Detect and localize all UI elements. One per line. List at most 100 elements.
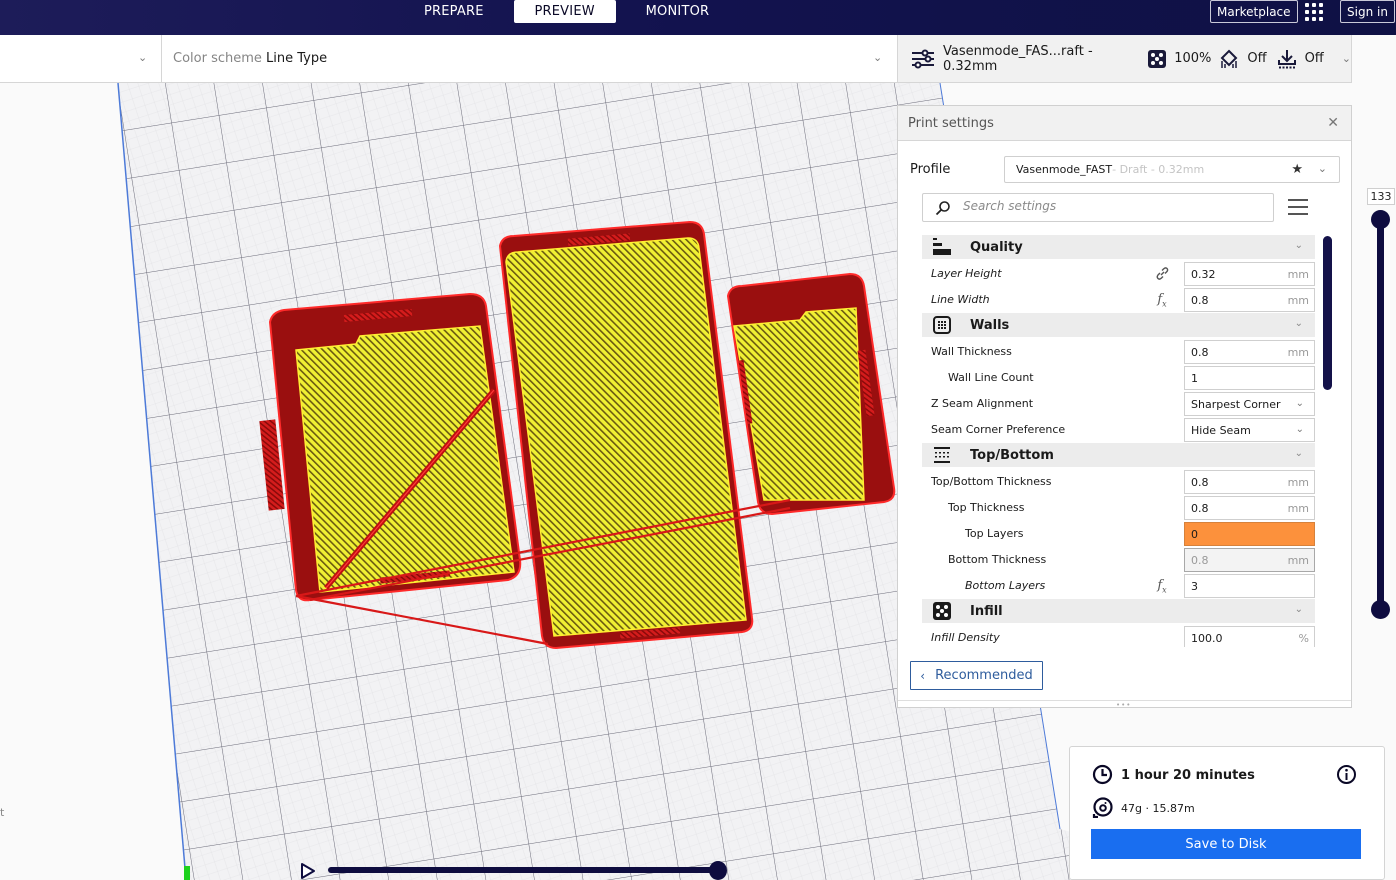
category-label: Quality <box>970 239 1023 255</box>
print-info-card: 1 hour 20 minutes 47g · 15.87m Save to D… <box>1069 746 1385 880</box>
apps-grid-icon[interactable] <box>1304 2 1324 22</box>
setting-unit: % <box>1298 632 1309 645</box>
setting-input[interactable]: 3 <box>1184 574 1315 598</box>
support-icon <box>1219 49 1239 69</box>
path-slider-handle[interactable] <box>709 861 727 880</box>
setting-dropdown[interactable]: Hide Seam ⌄ <box>1184 418 1315 442</box>
infill-icon <box>1148 49 1167 68</box>
layer-slider-track[interactable] <box>1377 219 1384 610</box>
settings-sliders-icon <box>911 49 935 69</box>
setting-label: Infill Density <box>931 631 1000 644</box>
setting-dropdown[interactable]: Sharpest Corner ⌄ <box>1184 392 1315 416</box>
search-icon <box>935 200 951 220</box>
save-to-disk-button[interactable]: Save to Disk <box>1091 829 1361 859</box>
category-top-bottom[interactable]: Top/Bottom ⌄ <box>922 443 1315 467</box>
setting-label: Bottom Layers <box>965 579 1046 592</box>
setting-unit: mm <box>1287 502 1309 515</box>
setting-unit: mm <box>1287 268 1309 281</box>
print-setup-selector[interactable]: Vasenmode_FAS...raft - 0.32mm 100% Off O… <box>897 35 1352 83</box>
chevron-down-icon: ⌄ <box>1294 318 1303 329</box>
setting-row: Wall Thickness 0.8 mm <box>922 339 1315 365</box>
color-scheme-dropdown[interactable]: Line Type <box>266 51 327 66</box>
print-time: 1 hour 20 minutes <box>1121 768 1255 783</box>
category-label: Top/Bottom <box>970 447 1054 463</box>
path-slider-track[interactable] <box>328 867 722 873</box>
settings-list[interactable]: Quality ⌄ Layer Height 0.32 mm Line Width fx 0.… <box>922 235 1315 647</box>
tab-preview[interactable]: PREVIEW <box>513 0 616 23</box>
category-infill[interactable]: Infill ⌄ <box>922 599 1315 623</box>
setting-row: Layer Height 0.32 mm <box>922 261 1315 287</box>
play-simulation-icon[interactable] <box>300 862 316 880</box>
category-walls[interactable]: Walls ⌄ <box>922 313 1315 337</box>
setting-row: Bottom Thickness 0.8 mm <box>922 547 1315 573</box>
setting-row: Z Seam Alignment Sharpest Corner ⌄ <box>922 391 1315 417</box>
sign-in-button[interactable]: Sign in <box>1340 0 1395 23</box>
setting-input[interactable]: 1 <box>1184 366 1315 390</box>
current-layer-input[interactable]: 133 <box>1367 188 1395 205</box>
setting-value: 3 <box>1191 579 1198 593</box>
info-icon[interactable] <box>1336 764 1357 789</box>
layer-slider-upper-handle[interactable] <box>1371 210 1390 229</box>
material-usage: 47g · 15.87m <box>1121 802 1195 815</box>
setting-input[interactable]: 0.8 mm <box>1184 288 1315 312</box>
setting-value: 0 <box>1191 527 1198 541</box>
category-label: Walls <box>970 317 1010 333</box>
star-icon[interactable]: ★ <box>1291 162 1303 177</box>
tab-monitor[interactable]: MONITOR <box>628 0 728 23</box>
resize-grip-icon[interactable]: ••• <box>1116 701 1131 709</box>
setting-row: Line Width fx 0.8 mm <box>922 287 1315 313</box>
panel-title: Print settings <box>908 115 994 131</box>
setting-label: Line Width <box>931 293 990 306</box>
panel-header: Print settings ✕ <box>898 106 1351 141</box>
setting-input[interactable]: 0 <box>1184 522 1315 546</box>
setting-input[interactable]: 100.0% <box>1184 626 1315 647</box>
setting-input[interactable]: 0.8 mm <box>1184 496 1315 520</box>
recommended-button[interactable]: ‹ Recommended <box>910 661 1043 690</box>
chevron-down-icon: ⌄ <box>1341 52 1351 65</box>
profile-dropdown[interactable]: Vasenmode_FAST - Draft - 0.32mm ★ ⌄ <box>1004 156 1340 183</box>
setting-input[interactable]: 0.8 mm <box>1184 548 1315 572</box>
support-value: Off <box>1247 51 1267 66</box>
setting-input[interactable]: 0.32 mm <box>1184 262 1315 286</box>
search-input[interactable] <box>963 199 1263 213</box>
tab-prepare[interactable]: PREPARE <box>406 0 502 23</box>
chevron-down-icon: ⌄ <box>138 51 148 64</box>
setting-value: 1 <box>1191 371 1198 385</box>
recommended-label: Recommended <box>935 668 1033 683</box>
setting-value: 0.8 <box>1191 553 1209 567</box>
function-icon[interactable]: fx <box>1154 578 1170 595</box>
profile-label: Profile <box>910 162 951 177</box>
layer-slider-lower-handle[interactable] <box>1371 600 1390 619</box>
marketplace-button[interactable]: Marketplace <box>1210 0 1298 23</box>
function-icon[interactable]: fx <box>1154 292 1170 309</box>
chevron-down-icon: ⌄ <box>1317 162 1327 175</box>
close-icon[interactable]: ✕ <box>1327 115 1339 131</box>
infill-icon <box>932 601 952 621</box>
link-icon[interactable] <box>1154 266 1170 284</box>
setting-label: Wall Thickness <box>931 345 1012 358</box>
setting-row: Infill Density 100.0% <box>922 625 1315 647</box>
setting-input[interactable]: 0.8 mm <box>1184 340 1315 364</box>
chevron-down-icon[interactable]: ⌄ <box>873 51 882 64</box>
setting-row: Top Thickness 0.8 mm <box>922 495 1315 521</box>
view-type-dropdown[interactable]: ⌄ <box>0 35 162 82</box>
setting-label: Z Seam Alignment <box>931 397 1034 410</box>
setting-input[interactable]: 0.8 mm <box>1184 470 1315 494</box>
category-quality[interactable]: Quality ⌄ <box>922 235 1315 259</box>
model-left-box <box>259 292 522 602</box>
setting-value: Sharpest Corner <box>1191 397 1281 411</box>
setting-label: Layer Height <box>931 267 1002 280</box>
setting-row: Seam Corner Preference Hide Seam ⌄ <box>922 417 1315 443</box>
spool-icon <box>1092 797 1113 822</box>
left-partial-text: t <box>0 806 5 819</box>
settings-visibility-menu-icon[interactable] <box>1288 199 1308 215</box>
setting-unit: mm <box>1287 346 1309 359</box>
infill-value: 100% <box>1174 51 1212 66</box>
setting-label: Top Layers <box>965 527 1024 540</box>
category-label: Infill <box>970 603 1003 619</box>
setting-row: Wall Line Count 1 <box>922 365 1315 391</box>
setting-unit: mm <box>1287 554 1309 567</box>
top-bottom-icon <box>932 445 952 465</box>
clock-icon <box>1092 764 1113 789</box>
settings-scrollbar[interactable] <box>1323 236 1332 390</box>
